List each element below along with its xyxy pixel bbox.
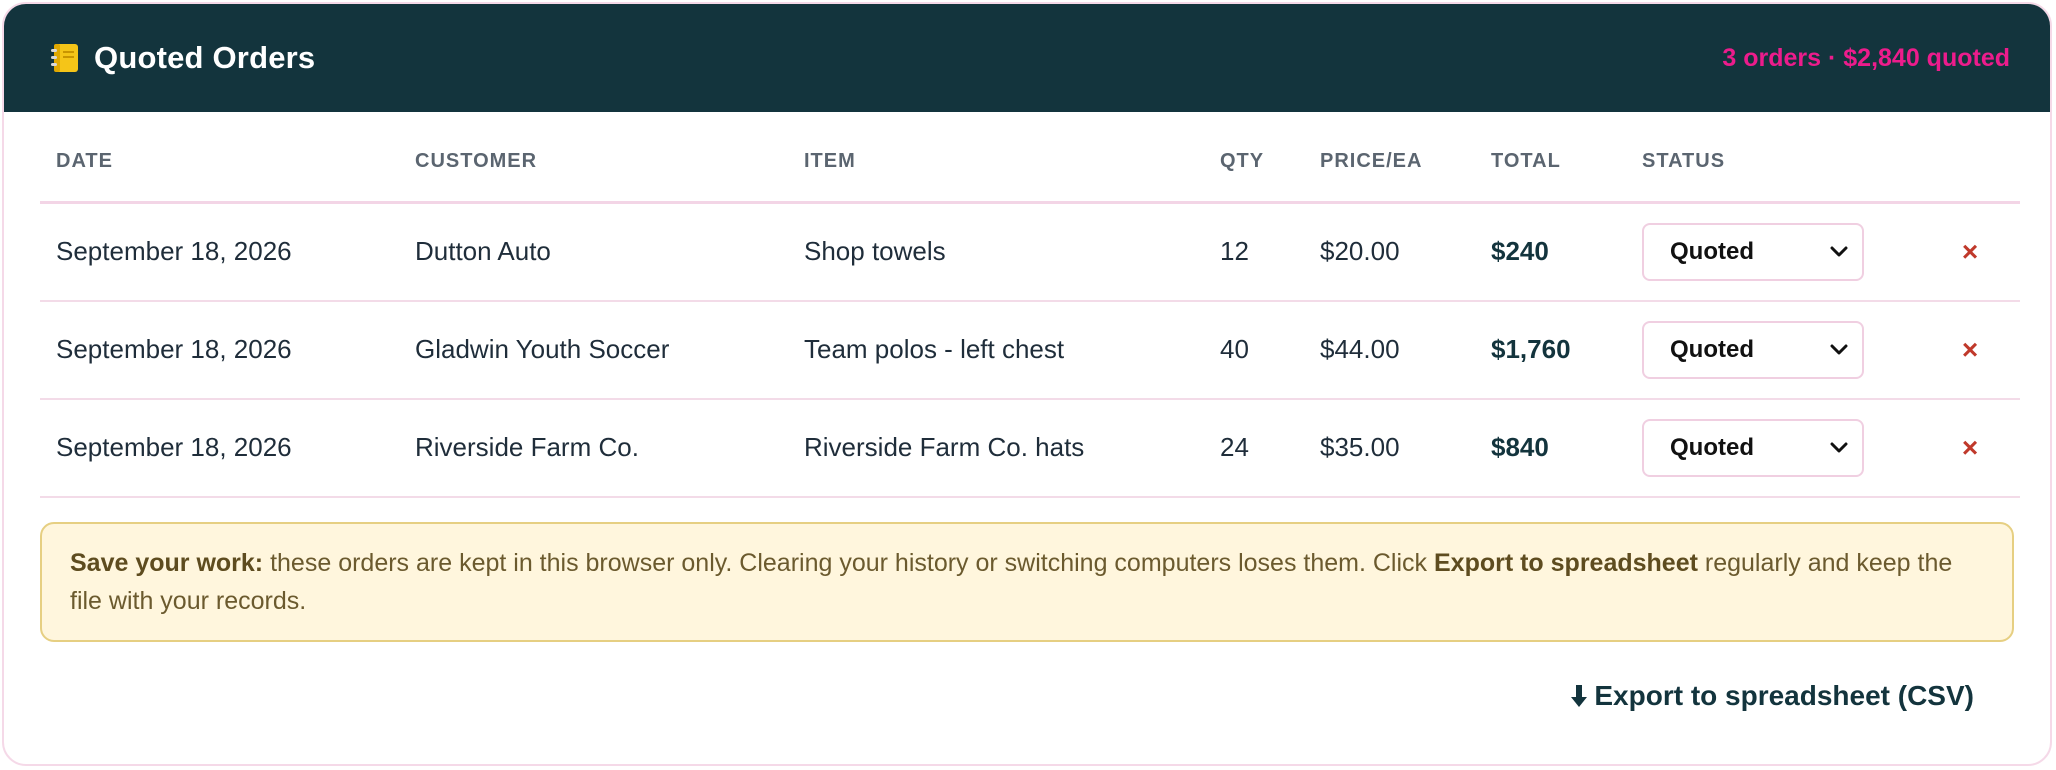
chevron-down-icon — [1830, 246, 1848, 258]
cell-total: $1,760 — [1475, 300, 1626, 400]
cell-qty: 24 — [1204, 398, 1304, 498]
status-select[interactable]: Quoted — [1642, 222, 1864, 281]
header-left: Quoted Orders — [50, 40, 315, 76]
orders-table: DATE CUSTOMER ITEM QTY PRICE/EA TOTAL ST… — [40, 112, 2020, 498]
status-select[interactable]: Quoted — [1642, 418, 1864, 477]
delete-order-button[interactable]: × — [1920, 236, 2020, 268]
down-arrow-icon — [1570, 683, 1588, 709]
page-title: Quoted Orders — [94, 40, 316, 75]
delete-order-button[interactable]: × — [1920, 432, 2020, 464]
cell-item: Team polos - left chest — [788, 300, 1204, 400]
cell-date: September 18, 2026 — [40, 202, 399, 302]
cell-item: Riverside Farm Co. hats — [788, 398, 1204, 498]
cell-customer: Dutton Auto — [399, 202, 788, 302]
status-select-value: Quoted — [1670, 433, 1754, 461]
column-header-date: DATE — [40, 112, 399, 204]
export-csv-label: Export to spreadsheet (CSV) — [1594, 680, 1974, 711]
cell-actions: × — [1904, 300, 2020, 400]
notice-lead: Save your work: — [70, 548, 264, 577]
cell-customer: Riverside Farm Co. — [399, 398, 788, 498]
save-work-notice: Save your work: these orders are kept in… — [40, 521, 2014, 642]
column-header-qty: QTY — [1204, 112, 1304, 204]
notice-emphasis: Export to spreadsheet — [1433, 548, 1698, 577]
column-header-price: PRICE/EA — [1304, 112, 1475, 204]
cell-date: September 18, 2026 — [40, 398, 399, 498]
cell-status: Quoted — [1626, 398, 1904, 498]
cell-status: Quoted — [1626, 202, 1904, 302]
status-select-value: Quoted — [1670, 335, 1754, 363]
notebook-icon — [50, 42, 80, 74]
column-header-actions — [1904, 112, 2020, 204]
cell-customer: Gladwin Youth Soccer — [399, 300, 788, 400]
quoted-orders-card: Quoted Orders 3 orders · $2,840 quoted D… — [2, 2, 2052, 766]
cell-price: $35.00 — [1304, 398, 1475, 498]
cell-total: $840 — [1475, 398, 1626, 498]
status-select-value: Quoted — [1670, 237, 1754, 265]
cell-actions: × — [1904, 398, 2020, 498]
orders-table-wrap: DATE CUSTOMER ITEM QTY PRICE/EA TOTAL ST… — [4, 112, 2050, 498]
chevron-down-icon — [1830, 344, 1848, 356]
cell-price: $44.00 — [1304, 300, 1475, 400]
column-header-customer: CUSTOMER — [399, 112, 788, 204]
delete-order-button[interactable]: × — [1920, 334, 2020, 366]
cell-actions: × — [1904, 202, 2020, 302]
notice-text-1: these orders are kept in this browser on… — [263, 548, 1434, 577]
export-csv-button[interactable]: Export to spreadsheet (CSV) — [1570, 680, 1974, 712]
cell-date: September 18, 2026 — [40, 300, 399, 400]
table-row: September 18, 2026 Dutton Auto Shop towe… — [40, 202, 2020, 302]
column-header-item: ITEM — [788, 112, 1204, 204]
cell-status: Quoted — [1626, 300, 1904, 400]
status-select[interactable]: Quoted — [1642, 320, 1864, 379]
table-row: September 18, 2026 Gladwin Youth Soccer … — [40, 300, 2020, 400]
cell-price: $20.00 — [1304, 202, 1475, 302]
orders-summary: 3 orders · $2,840 quoted — [1722, 43, 2010, 72]
column-header-total: TOTAL — [1475, 112, 1626, 204]
card-header: Quoted Orders 3 orders · $2,840 quoted — [4, 4, 2050, 112]
cell-total: $240 — [1475, 202, 1626, 302]
table-header-row: DATE CUSTOMER ITEM QTY PRICE/EA TOTAL ST… — [40, 112, 2020, 204]
cell-qty: 40 — [1204, 300, 1304, 400]
cell-item: Shop towels — [788, 202, 1204, 302]
column-header-status: STATUS — [1626, 112, 1904, 204]
cell-qty: 12 — [1204, 202, 1304, 302]
chevron-down-icon — [1830, 442, 1848, 454]
table-row: September 18, 2026 Riverside Farm Co. Ri… — [40, 398, 2020, 498]
